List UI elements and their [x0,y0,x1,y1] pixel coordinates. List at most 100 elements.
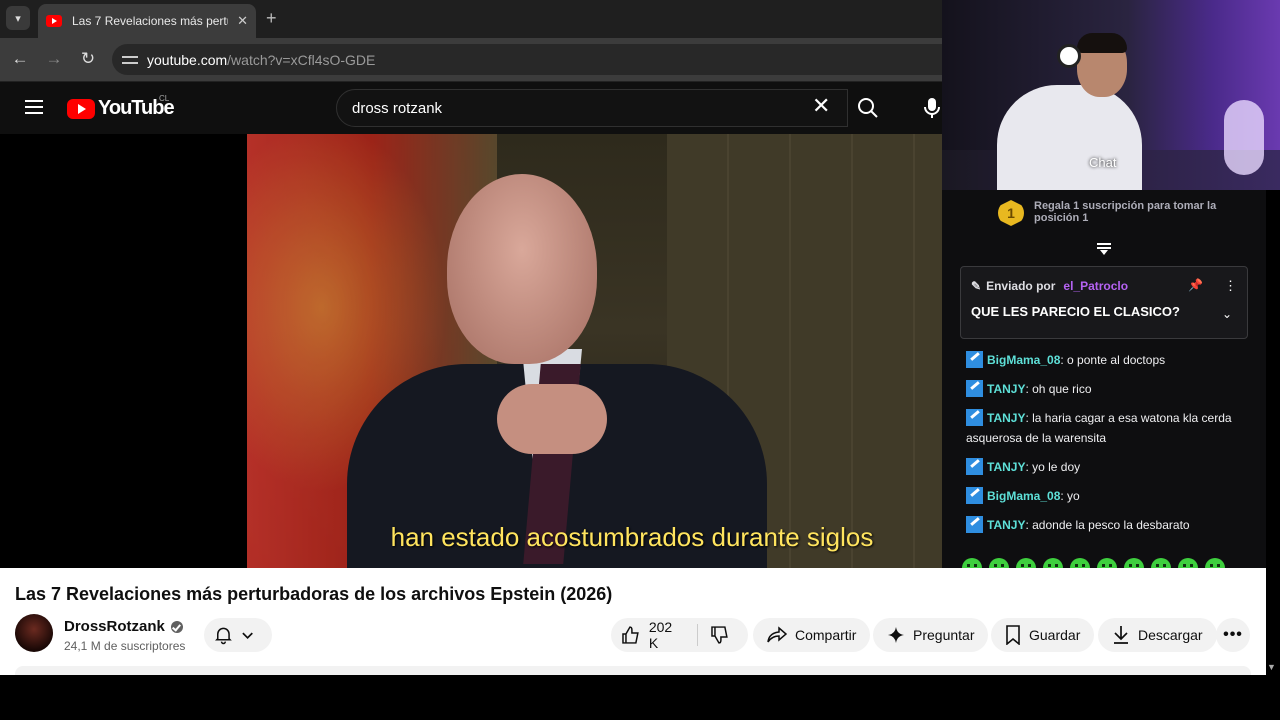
sparkle-icon [888,627,904,643]
more-actions-button[interactable]: ••• [1216,618,1250,652]
pinned-text: QUE LES PARECIO EL CLASICO? [971,304,1180,319]
team-logo-icon [1057,44,1081,68]
tab-search-menu-button[interactable]: ▾ [6,6,30,30]
search-button[interactable] [848,89,888,127]
notifications-button[interactable] [204,618,272,652]
share-label: Compartir [795,627,857,643]
pin-small-icon: ✎ [971,279,982,293]
chevron-down-icon [242,632,253,640]
search-input[interactable]: dross rotzank [336,89,848,127]
chat-text: : o ponte al doctops [1060,353,1166,367]
share-button[interactable]: Compartir [753,618,871,652]
chat-message: TANJY: adonde la pesco la desbarato [966,515,1250,535]
sub-badge-icon [966,458,983,475]
reload-icon[interactable]: ↻ [77,49,99,69]
video-info: Las 7 Revelaciones más perturbadoras de … [0,568,1266,675]
save-button[interactable]: Guardar [991,618,1095,652]
chat-text: : oh que rico [1025,382,1092,396]
back-arrow-icon[interactable]: ← [9,49,31,69]
video-title: Las 7 Revelaciones más perturbadoras de … [15,584,613,604]
chat-username[interactable]: BigMama_08 [987,489,1060,503]
clear-search-icon[interactable]: ✕ [812,95,830,117]
menu-icon[interactable] [25,99,43,115]
youtube-logo[interactable]: YouTube CL [67,94,175,120]
chat-text: : adonde la pesco la desbarato [1025,518,1190,532]
video-person-head [447,174,597,364]
site-info-icon[interactable] [122,53,138,67]
url-host: youtube.com [147,51,228,68]
like-icon[interactable] [621,625,641,645]
channel-name[interactable]: DrossRotzank [64,618,165,635]
channel-name-row[interactable]: DrossRotzank [64,618,183,635]
pinned-by-label: Enviado por [986,279,1056,293]
share-icon [767,626,787,643]
chat-messages: BigMama_08: o ponte al doctops TANJY: oh… [966,350,1250,544]
webcam-chat-label: Chat [1089,155,1117,170]
download-button[interactable]: Descargar [1098,618,1217,652]
like-dislike-group: 202 K [611,618,748,652]
gift-sub-text: Regala 1 suscripción para tomar la posic… [1034,200,1217,224]
pinned-username[interactable]: el_Patroclo [1063,279,1128,293]
ask-label: Preguntar [913,627,975,643]
webcam-light [1224,100,1264,175]
video-person-hand [497,384,607,454]
browser-tab-active[interactable]: Las 7 Revelaciones más perturbadoras ✕ [38,4,256,38]
verified-icon [170,620,183,633]
new-tab-button[interactable]: + [266,8,277,29]
sub-badge-icon [966,380,983,397]
chat-message: BigMama_08: yo [966,486,1250,506]
chat-username[interactable]: BigMama_08 [987,353,1060,367]
search-icon [858,98,878,118]
chat-username[interactable]: TANJY [987,411,1025,425]
sub-badge-icon [966,516,983,533]
chat-username[interactable]: TANJY [987,518,1025,532]
chat-username[interactable]: TANJY [987,382,1025,396]
rank-coin-icon: 1 [998,200,1024,226]
chevron-down-icon[interactable]: ⌄ [1222,307,1232,321]
collapse-icon[interactable] [1097,243,1111,255]
dislike-icon[interactable] [710,625,730,645]
microphone-icon [924,98,940,118]
url-path: /watch?v=xCfl4sO-GDE [227,51,376,68]
chat-message: TANJY: oh que rico [966,379,1250,399]
stream-chat-panel: 1 Regala 1 suscripción para tomar la pos… [942,190,1266,568]
chat-text: : yo le doy [1025,460,1081,474]
tab-close-icon[interactable]: ✕ [237,13,248,29]
chat-username[interactable]: TANJY [987,460,1025,474]
gift-sub-leaderboard[interactable]: 1 Regala 1 suscripción para tomar la pos… [998,200,1224,226]
youtube-play-icon [67,98,95,119]
subscriber-count: 24,1 M de suscriptores [64,639,186,653]
save-label: Guardar [1029,627,1081,643]
download-label: Descargar [1138,627,1203,643]
bookmark-icon [1006,625,1020,645]
like-count[interactable]: 202 K [649,619,685,651]
bell-icon [215,627,232,645]
sub-badge-icon [966,409,983,426]
sub-badge-icon [966,487,983,504]
webcam-streamer-hair [1077,33,1127,53]
ask-button[interactable]: Preguntar [873,618,989,652]
chat-text: : yo [1060,489,1080,503]
search-value: dross rotzank [352,99,443,117]
streamer-webcam: Chat [942,0,1280,190]
description-box-edge [15,666,1251,675]
download-icon [1114,626,1128,644]
webcam-streamer-shirt [997,85,1142,190]
tab-title: Las 7 Revelaciones más perturbadoras [72,14,228,28]
video-player[interactable]: han estado acostumbrados durante siglos [0,134,942,568]
like-separator [697,624,699,646]
more-horizontal-icon: ••• [1223,626,1243,643]
channel-avatar[interactable] [15,614,53,652]
forward-arrow-icon[interactable]: → [43,49,65,69]
pin-icon[interactable]: 📌 [1188,278,1203,292]
more-options-icon[interactable]: ⋮ [1224,278,1237,294]
sub-badge-icon [966,351,983,368]
youtube-favicon-icon [46,15,62,27]
pinned-header: ✎ Enviado por el_Patroclo [971,279,1128,293]
pinned-message[interactable]: ✎ Enviado por el_Patroclo QUE LES PARECI… [960,266,1248,339]
video-frame [247,134,942,568]
scroll-down-arrow-icon[interactable]: ▼ [1267,662,1276,672]
country-code: CL [159,94,170,103]
chat-message: TANJY: la haria cagar a esa watona kla c… [966,408,1250,448]
chat-message: BigMama_08: o ponte al doctops [966,350,1250,370]
